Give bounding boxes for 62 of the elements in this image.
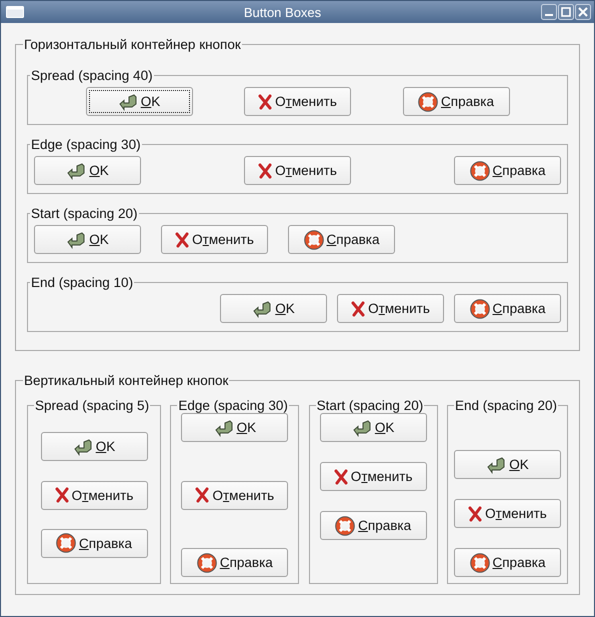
hand-icon xyxy=(214,418,234,436)
frame-title: Edge (spacing 30) xyxy=(177,398,289,413)
cross-icon xyxy=(258,162,272,178)
push-button[interactable]: Справка xyxy=(40,528,148,558)
push-button[interactable]: Отменить xyxy=(337,294,444,323)
frame-title: End (spacing 10) xyxy=(30,275,134,290)
cross-icon xyxy=(351,300,366,316)
lifebuoy-icon xyxy=(56,533,76,554)
frame-title: Вертикальный контейнер кнопок xyxy=(23,373,230,388)
push-button[interactable]: Справка xyxy=(454,548,561,577)
hand-icon xyxy=(486,456,506,474)
push-button[interactable]: Справка xyxy=(288,225,395,254)
push-button[interactable]: Отменить xyxy=(320,462,427,491)
push-button[interactable]: OK xyxy=(86,87,192,116)
push-button[interactable]: OK xyxy=(220,294,327,323)
push-button[interactable]: OK xyxy=(320,413,427,442)
push-button[interactable]: Справка xyxy=(402,87,510,116)
push-button[interactable]: OK xyxy=(34,156,141,185)
frame-title: Start (spacing 20) xyxy=(30,206,139,221)
hand-icon xyxy=(118,92,138,110)
minimize-icon[interactable] xyxy=(541,4,557,20)
push-button[interactable]: Отменить xyxy=(161,225,268,254)
hand-icon xyxy=(352,418,372,436)
push-button[interactable]: Справка xyxy=(320,511,427,540)
maximize-icon[interactable] xyxy=(558,4,574,20)
frame-title: Edge (spacing 30) xyxy=(30,137,142,152)
frame-title: Spread (spacing 40) xyxy=(30,68,154,83)
cross-icon xyxy=(258,94,272,110)
push-button[interactable]: OK xyxy=(40,432,148,462)
push-button[interactable]: Справка xyxy=(454,294,561,323)
cross-icon xyxy=(175,232,190,248)
hand-icon xyxy=(72,438,93,456)
push-button[interactable]: Отменить xyxy=(454,499,561,528)
push-button[interactable]: Справка xyxy=(454,156,561,185)
push-button[interactable]: Справка xyxy=(181,548,288,577)
frame-title: End (spacing 20) xyxy=(454,398,558,413)
lifebuoy-icon xyxy=(470,160,490,180)
lifebuoy-icon xyxy=(470,552,490,572)
push-button[interactable]: OK xyxy=(34,225,141,254)
window-title: Button Boxes xyxy=(242,4,322,20)
cross-icon xyxy=(195,487,210,503)
hand-icon xyxy=(66,162,86,180)
push-button[interactable]: Отменить xyxy=(181,480,288,510)
frame-title: Горизонтальный контейнер кнопок xyxy=(23,37,242,52)
push-button[interactable]: Отменить xyxy=(244,87,351,116)
push-button[interactable]: OK xyxy=(454,450,561,479)
push-button[interactable]: Отменить xyxy=(244,156,351,185)
cross-icon xyxy=(334,468,348,484)
cross-icon xyxy=(54,487,69,503)
close-icon[interactable] xyxy=(575,4,591,20)
lifebuoy-icon xyxy=(196,552,217,572)
lifebuoy-icon xyxy=(418,92,438,112)
push-button[interactable]: OK xyxy=(181,413,288,442)
frame-title: Spread (spacing 5) xyxy=(34,398,150,413)
lifebuoy-icon xyxy=(335,516,356,536)
cross-icon xyxy=(468,506,482,522)
hand-icon xyxy=(252,300,272,318)
lifebuoy-icon xyxy=(304,230,324,250)
hand-icon xyxy=(66,230,86,248)
lifebuoy-icon xyxy=(470,298,490,318)
frame-title: Start (spacing 20) xyxy=(316,398,424,413)
push-button[interactable]: Отменить xyxy=(40,480,148,510)
